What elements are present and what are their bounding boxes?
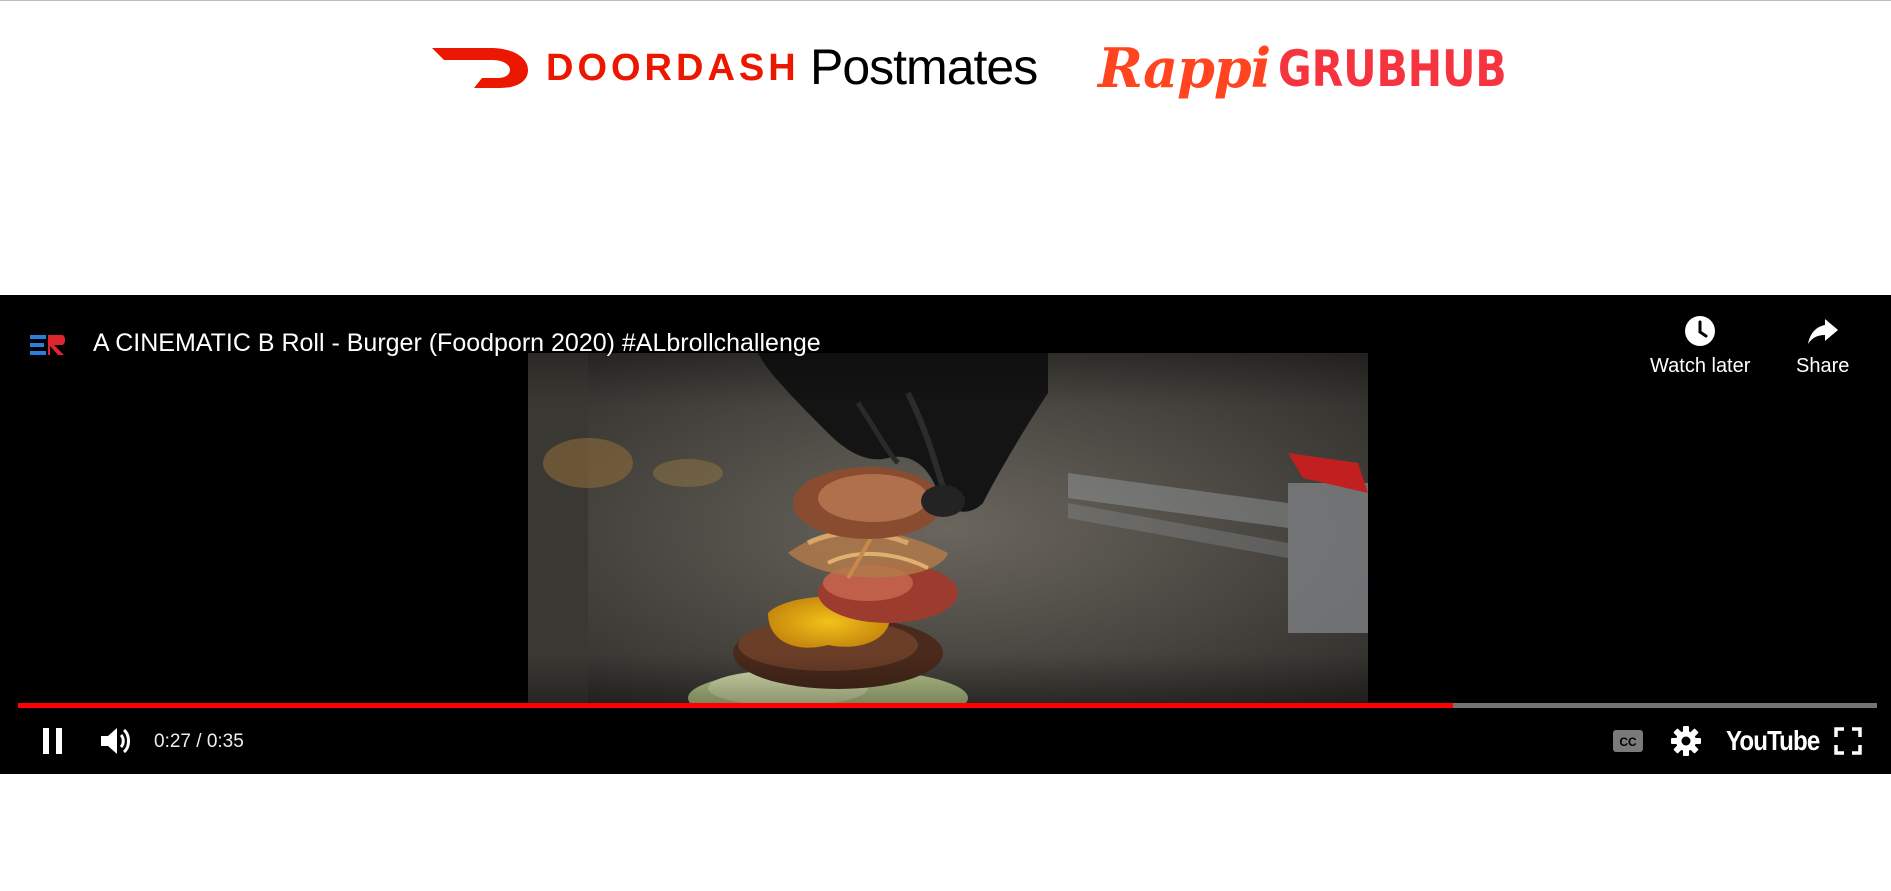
channel-logo-icon[interactable] [28,331,68,359]
watch-later-button[interactable]: Watch later [1650,313,1750,378]
fullscreen-button[interactable] [1832,721,1864,761]
pause-button[interactable] [36,721,70,761]
share-arrow-icon [1807,319,1838,344]
settings-icon [1671,726,1701,756]
settings-button[interactable] [1668,721,1704,761]
captions-icon: CC [1613,730,1643,752]
postmates-logo[interactable]: Postmates [810,32,1038,102]
rappi-wordmark: Rappi [1098,36,1271,100]
share-label: Share [1796,355,1850,377]
rappi-logo[interactable]: Rappi [1098,28,1271,108]
subtitles-button[interactable]: CC [1610,721,1646,761]
player-controls: 0:27 / 0:35 CC YouTube [0,715,1891,771]
video-frame[interactable] [528,353,1368,705]
doordash-dash-icon [432,48,528,88]
postmates-wordmark: Postmates [810,39,1038,95]
video-frame-image [528,353,1368,705]
fullscreen-icon [1834,727,1862,755]
grubhub-wordmark: GRUBHUB [1278,40,1507,98]
pause-icon [43,728,62,754]
progress-played [18,703,1454,708]
clock-icon [1685,316,1716,346]
mute-button[interactable] [96,721,136,761]
watch-later-label: Watch later [1650,355,1751,377]
video-player[interactable]: A CINEMATIC B Roll - Burger (Foodporn 20… [0,295,1891,774]
delivery-partner-logos: DOORDASH Postmates Rappi GRUBHUB [0,28,1891,118]
time-display: 0:27 / 0:35 [154,731,244,752]
doordash-logo[interactable]: DOORDASH [430,38,800,98]
grubhub-logo[interactable]: GRUBHUB [1278,34,1557,104]
svg-text:CC: CC [1619,735,1637,749]
doordash-wordmark: DOORDASH [546,46,800,89]
progress-bar[interactable] [18,703,1877,708]
volume-icon [101,728,130,754]
share-button[interactable]: Share [1796,313,1849,378]
youtube-logo-button[interactable]: YouTube [1726,721,1820,761]
top-divider [0,0,1891,1]
video-title-link[interactable]: A CINEMATIC B Roll - Burger (Foodporn 20… [93,329,821,358]
